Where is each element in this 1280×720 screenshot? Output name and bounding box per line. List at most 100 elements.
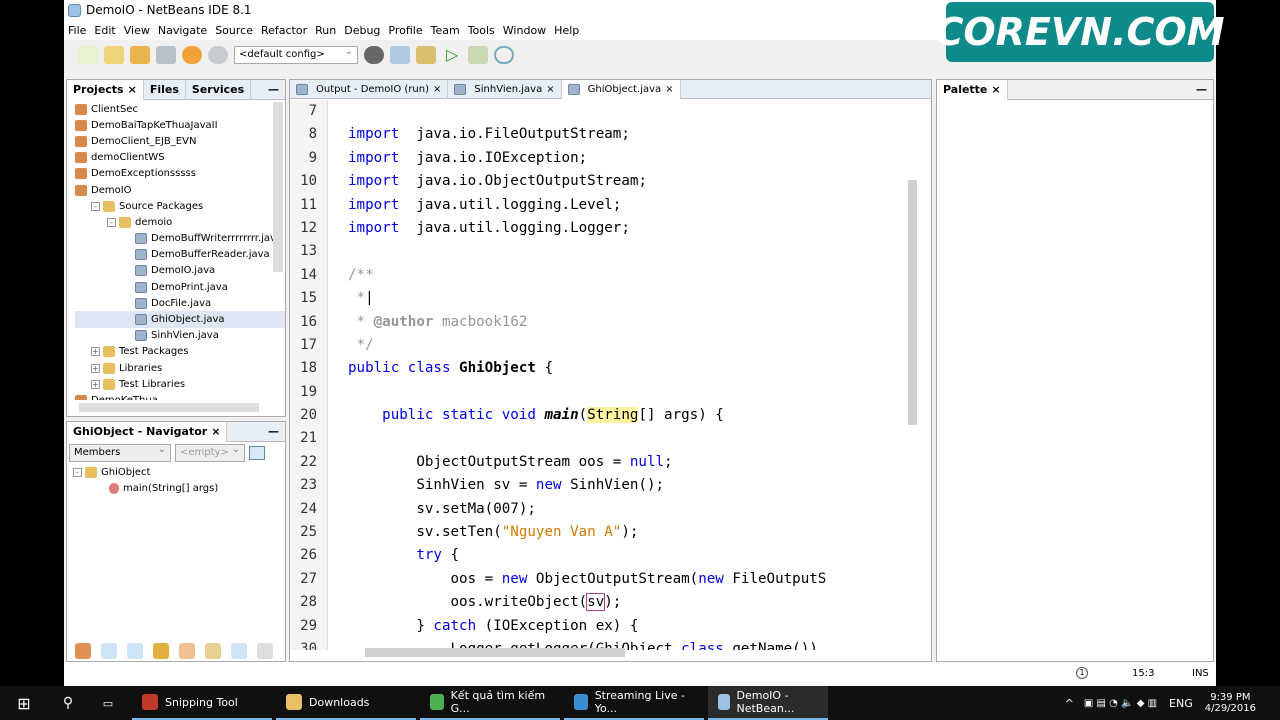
- editor-tab[interactable]: GhiObject.java ×: [561, 79, 681, 99]
- expand-icon[interactable]: +: [91, 379, 100, 389]
- save-all-icon[interactable]: [156, 46, 176, 64]
- menu-edit[interactable]: Edit: [94, 24, 115, 37]
- collapse-icon[interactable]: -: [107, 217, 116, 227]
- tray-chevron-icon[interactable]: ^: [1065, 697, 1074, 710]
- new-file-icon[interactable]: [78, 46, 98, 64]
- tree-item[interactable]: DemoPrint.java: [75, 279, 285, 295]
- editor-tab[interactable]: SinhVien.java ×: [448, 79, 562, 99]
- navigator-tab[interactable]: GhiObject - Navigator ×: [67, 421, 228, 442]
- tree-item[interactable]: DocFile.java: [75, 295, 285, 311]
- tree-item[interactable]: + Libraries: [75, 360, 285, 376]
- palette-tab[interactable]: Palette ×: [937, 79, 1008, 100]
- collapse-icon[interactable]: -: [91, 201, 100, 211]
- menu-profile[interactable]: Profile: [388, 24, 422, 37]
- menu-tools[interactable]: Tools: [468, 24, 495, 37]
- tree-item[interactable]: - demoio: [75, 214, 285, 230]
- open-project-icon[interactable]: [130, 46, 150, 64]
- tree-item[interactable]: + Test Packages: [75, 344, 285, 360]
- notifications-icon[interactable]: 1: [1076, 667, 1088, 679]
- tab-services[interactable]: Services: [186, 79, 252, 100]
- taskbar-item[interactable]: Kết quả tìm kiếm G...: [420, 686, 560, 720]
- java-file-icon: [135, 330, 147, 342]
- menu-source[interactable]: Source: [215, 24, 253, 37]
- menu-refactor[interactable]: Refactor: [261, 24, 307, 37]
- menu-team[interactable]: Team: [431, 24, 460, 37]
- tree-item[interactable]: DemoBufferReader.java: [75, 247, 285, 263]
- profile-icon[interactable]: [494, 46, 514, 64]
- taskbar-item[interactable]: Streaming Live - Yo...: [564, 686, 704, 720]
- undo-icon[interactable]: [182, 46, 202, 64]
- tree-item[interactable]: DemoIO: [75, 182, 285, 198]
- taskbar-item[interactable]: Snipping Tool: [132, 686, 272, 720]
- taskbar-item[interactable]: DemoIO - NetBean...: [708, 686, 828, 720]
- taskbar-item[interactable]: Downloads: [276, 686, 416, 720]
- menu-window[interactable]: Window: [503, 24, 546, 37]
- navigator-method[interactable]: main(String[] args): [73, 480, 285, 496]
- static-icon[interactable]: [127, 643, 143, 659]
- horizontal-scrollbar[interactable]: [79, 403, 259, 412]
- search-icon[interactable]: ⚲: [48, 695, 88, 711]
- panel-layout-icon[interactable]: [249, 446, 265, 460]
- close-icon[interactable]: ×: [665, 84, 673, 95]
- minimize-icon[interactable]: —: [1196, 83, 1207, 96]
- collapse-icon[interactable]: -: [73, 467, 82, 477]
- tree-item[interactable]: ClientSec: [75, 101, 285, 117]
- tab-projects[interactable]: Projects ×: [67, 79, 144, 100]
- close-icon[interactable]: ×: [991, 83, 1000, 96]
- tree-item[interactable]: - Source Packages: [75, 198, 285, 214]
- globe-icon[interactable]: [364, 46, 384, 64]
- minimize-icon[interactable]: —: [268, 83, 279, 96]
- tree-item[interactable]: + Test Libraries: [75, 376, 285, 392]
- close-icon[interactable]: ×: [211, 425, 220, 438]
- tree-item[interactable]: DemoClient_EJB_EVN: [75, 133, 285, 149]
- expand-icon[interactable]: +: [91, 363, 100, 373]
- horizontal-scrollbar[interactable]: [348, 647, 898, 657]
- close-icon[interactable]: ×: [433, 84, 441, 95]
- expand-icon[interactable]: +: [91, 347, 100, 357]
- fields-icon[interactable]: [101, 643, 117, 659]
- menu-help[interactable]: Help: [554, 24, 579, 37]
- tree-item[interactable]: DemoExceptionsssss: [75, 166, 285, 182]
- vertical-scrollbar[interactable]: [273, 102, 283, 272]
- vertical-scrollbar[interactable]: [908, 180, 917, 425]
- tree-item[interactable]: SinhVien.java: [75, 328, 285, 344]
- menu-debug[interactable]: Debug: [344, 24, 380, 37]
- tree-item[interactable]: DemoIO.java: [75, 263, 285, 279]
- debug-icon[interactable]: [468, 46, 488, 64]
- clock[interactable]: 9:39 PM 4/29/2016: [1205, 692, 1256, 714]
- start-button[interactable]: ⊞: [0, 694, 48, 713]
- run-icon[interactable]: ▷: [442, 46, 462, 64]
- empty-select[interactable]: <empty>: [175, 444, 245, 462]
- build-icon[interactable]: [390, 46, 410, 64]
- menu-file[interactable]: File: [68, 24, 86, 37]
- redo-icon[interactable]: [208, 46, 228, 64]
- inherited-members-icon[interactable]: [75, 643, 91, 659]
- clean-build-icon[interactable]: [416, 46, 436, 64]
- navigator-class[interactable]: - GhiObject: [73, 464, 285, 480]
- lock-icon[interactable]: [153, 643, 169, 659]
- tree-item[interactable]: DemoBuffWriterrrrrrrr.java: [75, 231, 285, 247]
- inner-classes-icon[interactable]: [205, 643, 221, 659]
- config-select[interactable]: <default config>: [234, 46, 358, 64]
- tree-item[interactable]: demoClientWS: [75, 150, 285, 166]
- minimize-icon[interactable]: —: [268, 425, 279, 438]
- language-indicator[interactable]: ENG: [1169, 697, 1193, 710]
- tree-item[interactable]: DemoKeThua: [75, 392, 285, 400]
- menu-run[interactable]: Run: [315, 24, 336, 37]
- menu-navigate[interactable]: Navigate: [158, 24, 207, 37]
- close-icon[interactable]: ×: [128, 83, 137, 96]
- non-public-icon[interactable]: [179, 643, 195, 659]
- editor-tab[interactable]: Output - DemoIO (run) ×: [290, 79, 449, 99]
- code-line: import java.util.logging.Level;: [348, 194, 903, 217]
- tree-item[interactable]: DemoBaiTapKeThuaJavaII: [75, 117, 285, 133]
- task-view-icon[interactable]: ▭: [88, 697, 128, 710]
- close-icon[interactable]: ×: [546, 84, 554, 95]
- tree-item[interactable]: GhiObject.java: [75, 311, 285, 328]
- sort-by-name-icon[interactable]: [231, 643, 247, 659]
- code-area[interactable]: import java.io.FileOutputStream; import j…: [348, 100, 903, 650]
- menu-view[interactable]: View: [124, 24, 150, 37]
- tab-files[interactable]: Files: [144, 79, 186, 100]
- members-filter-select[interactable]: Members: [69, 444, 171, 462]
- new-project-icon[interactable]: [104, 46, 124, 64]
- sort-by-source-icon[interactable]: [257, 643, 273, 659]
